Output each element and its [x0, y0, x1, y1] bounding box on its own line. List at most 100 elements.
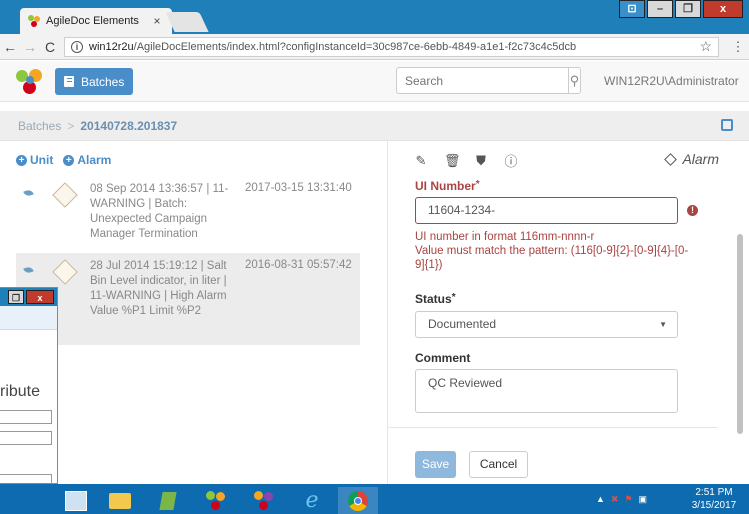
list-actions: + Unit + Alarm [16, 153, 111, 167]
alarm-time: 2016-08-31 05:57:42 [245, 259, 352, 271]
save-button[interactable]: Save [415, 451, 456, 478]
background-window-strip [0, 306, 57, 330]
alarm-detail-panel: ✎ 🗑 ⛊ ⓘ Alarm UI Number* 11604-1234- ! U… [388, 141, 749, 484]
plus-icon: + [63, 154, 75, 166]
pencil-icon[interactable]: ✎ [414, 153, 428, 169]
info-circle-icon[interactable]: ⓘ [504, 151, 518, 170]
alarm-description: 28 Jul 2014 15:19:12 | Salt Bin Level in… [90, 260, 227, 317]
close-icon[interactable]: x [26, 290, 54, 304]
search-box: ⚲ [396, 67, 581, 94]
taskbar-explorer[interactable] [100, 487, 140, 514]
breadcrumb: Batches >20140728.201837 [18, 119, 177, 133]
detail-type-label: Alarm [682, 151, 719, 167]
list-item-selected[interactable]: 28 Jul 2014 15:19:12 | Salt Bin Level in… [16, 253, 360, 345]
restore-icon[interactable]: ❐ [8, 290, 24, 304]
status-value: Documented [428, 317, 497, 331]
ui-number-input[interactable]: 11604-1234- [415, 197, 678, 224]
chrome-icon [348, 490, 368, 511]
background-field[interactable] [0, 431, 52, 445]
caret-down-icon: ▼ [659, 320, 667, 329]
batches-button[interactable]: Batches [55, 68, 133, 95]
trash-icon[interactable]: 🗑 [444, 153, 461, 169]
minimize-button[interactable]: – [647, 0, 673, 18]
leaf-icon [23, 188, 34, 198]
tag-icon[interactable]: ⛊ [474, 153, 488, 169]
agiledoc-alt-icon [254, 490, 274, 511]
restore-button[interactable]: ❐ [675, 0, 701, 18]
add-unit-button[interactable]: + Unit [16, 153, 53, 167]
ui-number-label: UI Number* [415, 179, 480, 193]
edit-icon[interactable] [721, 119, 733, 131]
ui-number-error-pattern: Value must match the pattern: (116[0-9]{… [415, 245, 689, 271]
breadcrumb-bar: Batches >20140728.201837 [0, 111, 749, 141]
search-input[interactable] [397, 68, 568, 93]
browser-tab[interactable]: AgileDoc Elements × [20, 8, 172, 34]
taskbar-agiledoc[interactable] [196, 487, 236, 514]
clock-time: 2:51 PM [695, 487, 733, 498]
flag-icon[interactable]: ⚑ [624, 494, 632, 505]
breadcrumb-batches-link[interactable]: Batches [18, 119, 61, 133]
agiledoc-logo[interactable] [16, 69, 44, 95]
info-icon[interactable]: i [71, 40, 83, 53]
ui-number-error-format: UI number in format 116mm-nnnn-r [415, 231, 595, 243]
alarm-description: 08 Sep 2014 13:36:57 | 11-WARNING | Batc… [90, 183, 229, 240]
divider [388, 427, 718, 428]
background-window-titlebar: ❐ x [0, 288, 57, 306]
app-icon [159, 491, 177, 510]
background-window[interactable]: ❐ x ribute [0, 287, 58, 488]
cancel-button[interactable]: Cancel [469, 451, 528, 478]
breadcrumb-current: 20140728.201837 [80, 119, 178, 133]
browser-menu-icon[interactable]: ⋮ [727, 39, 749, 55]
address-bar: ← → C i win12r2u/AgileDocElements/index.… [0, 34, 749, 60]
alarm-list-panel: + Unit + Alarm 08 Sep 2014 13:36:57 | 11-W… [0, 141, 388, 484]
app-favicon-icon [28, 15, 40, 27]
breadcrumb-separator: > [67, 119, 75, 133]
status-label: Status* [415, 292, 456, 306]
alarm-time: 2017-03-15 13:31:40 [245, 182, 352, 194]
user-name[interactable]: WIN12R2U\Administrator [604, 74, 739, 88]
comment-textarea[interactable]: QC Reviewed [415, 369, 678, 413]
batches-label: Batches [81, 74, 125, 89]
taskbar-agiledoc-2[interactable] [244, 487, 284, 514]
bookmark-star-icon[interactable]: ☆ [699, 38, 712, 55]
folder-icon [109, 492, 131, 509]
user-icon[interactable]: ⊡ [619, 0, 645, 18]
background-window-text: ribute [0, 383, 41, 400]
close-window-button[interactable]: x [703, 0, 743, 18]
taskbar-ie[interactable]: e [292, 487, 332, 514]
taskbar-app-1[interactable] [148, 487, 188, 514]
internet-explorer-icon: e [305, 488, 319, 513]
agiledoc-icon [206, 490, 226, 511]
comment-label: Comment [415, 351, 471, 365]
taskbar-app-window[interactable] [56, 487, 96, 514]
system-tray: ▲ ✖ ⚑ ▣ [596, 484, 647, 514]
forward-arrow-icon[interactable]: → [20, 39, 40, 55]
network-icon[interactable]: ✖ [611, 494, 619, 505]
search-icon[interactable]: ⚲ [568, 68, 580, 93]
url-text: win12r2u/AgileDocElements/index.html?con… [89, 40, 577, 53]
alarm-diamond-icon [52, 259, 78, 285]
volume-icon[interactable]: ▣ [639, 494, 648, 505]
reload-icon[interactable]: C [40, 39, 60, 55]
window-controls: ⊡ – ❐ x [617, 0, 743, 18]
detail-form: UI Number* 11604-1234- ! UI number in fo… [388, 175, 737, 484]
browser-tabstrip: AgileDoc Elements × ⊡ – ❐ x [0, 0, 749, 34]
status-select[interactable]: Documented ▼ [415, 311, 678, 338]
taskbar-clock[interactable]: 2:51 PM 3/15/2017 [684, 486, 744, 512]
leaf-icon [23, 265, 34, 275]
window-icon [65, 490, 87, 511]
add-alarm-button[interactable]: + Alarm [63, 153, 111, 167]
detail-type: Alarm [664, 151, 719, 167]
url-field[interactable]: i win12r2u/AgileDocElements/index.html?c… [64, 36, 719, 57]
diamond-icon [664, 152, 678, 166]
background-field[interactable] [0, 410, 52, 424]
back-arrow-icon[interactable]: ← [0, 39, 20, 55]
clock-date: 3/15/2017 [691, 500, 737, 511]
tab-close-icon[interactable]: × [150, 14, 164, 28]
detail-scrollbar[interactable] [737, 234, 743, 434]
detail-toolbar: ✎ 🗑 ⛊ ⓘ [414, 151, 518, 170]
taskbar-chrome[interactable] [338, 487, 378, 514]
tray-chevron-icon[interactable]: ▲ [596, 494, 605, 504]
alarm-diamond-icon [52, 182, 78, 208]
book-icon [64, 76, 74, 87]
